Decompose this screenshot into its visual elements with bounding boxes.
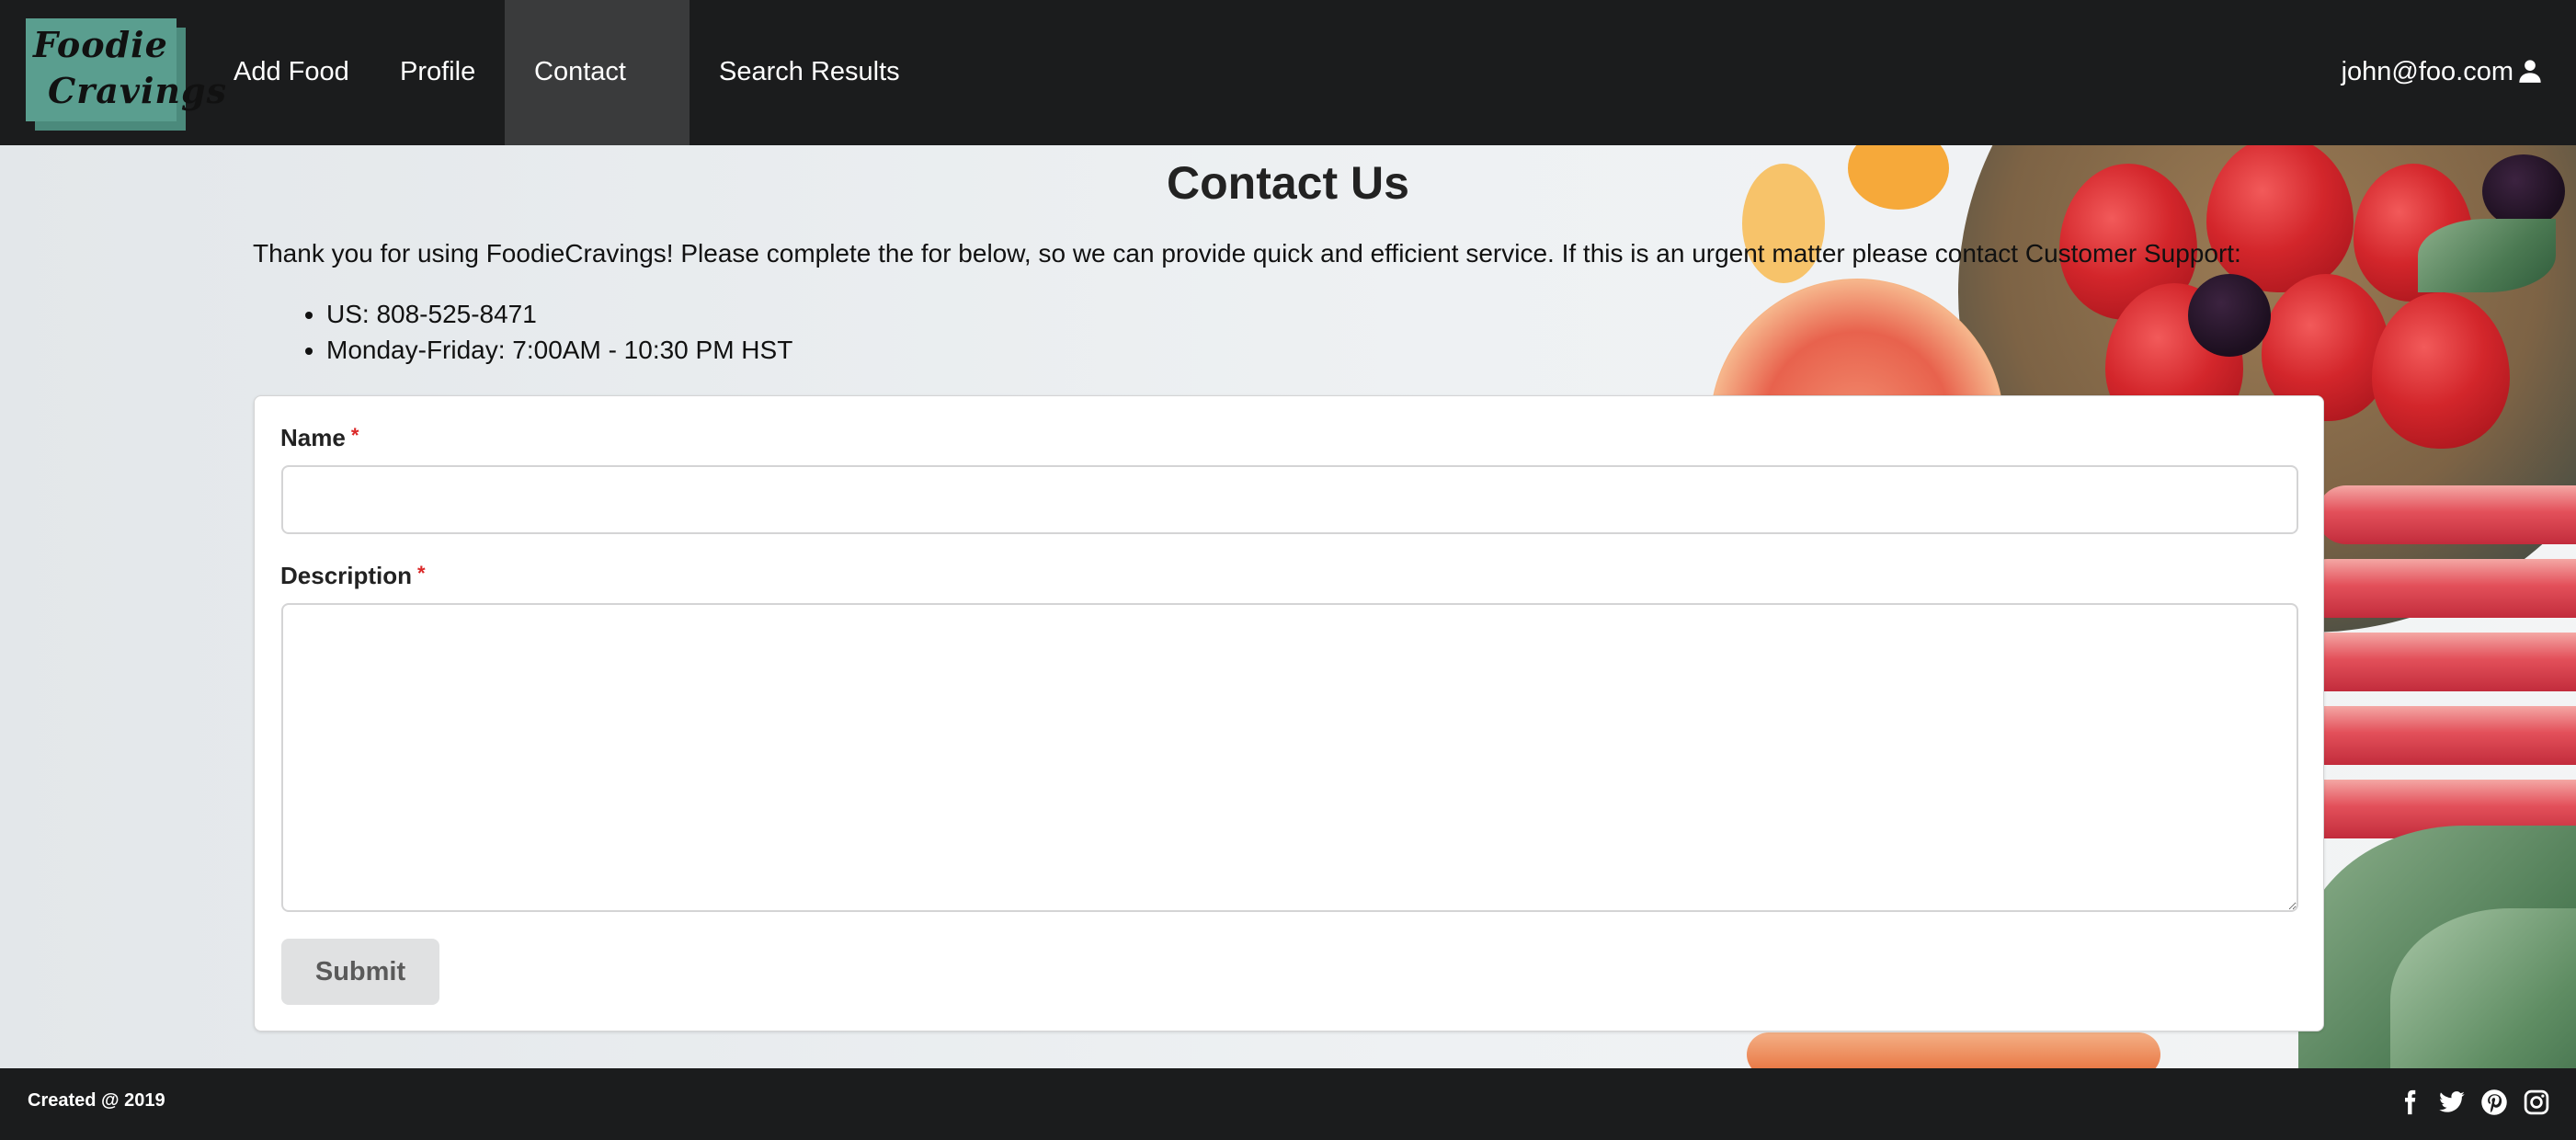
support-phone: US: 808-525-8471 bbox=[326, 296, 792, 332]
logo-text-line2: Cravings bbox=[48, 70, 227, 111]
nav-item-contact-us[interactable]: Contact Us bbox=[505, 0, 690, 230]
contact-form: Name * Description * Submit bbox=[254, 395, 2324, 1032]
nav-item-add-food[interactable]: Add Food bbox=[204, 0, 379, 145]
intro-text: Thank you for using FoodieCravings! Plea… bbox=[253, 239, 2241, 268]
twitter-icon[interactable] bbox=[2438, 1089, 2466, 1116]
nav-item-profile[interactable]: Profile bbox=[370, 0, 505, 145]
description-textarea[interactable] bbox=[281, 603, 2298, 912]
support-info-list: US: 808-525-8471 Monday-Friday: 7:00AM -… bbox=[253, 296, 792, 368]
social-links bbox=[2396, 1089, 2550, 1116]
name-label: Name * bbox=[280, 424, 359, 451]
foodie-cravings-logo[interactable]: Foodie Cravings bbox=[26, 18, 226, 121]
instagram-icon[interactable] bbox=[2523, 1089, 2550, 1116]
submit-button[interactable]: Submit bbox=[281, 939, 439, 1005]
user-email: john@foo.com bbox=[2341, 57, 2513, 86]
footer-copyright: Created @ 2019 bbox=[28, 1090, 165, 1111]
user-account-menu[interactable]: john@foo.com bbox=[2342, 0, 2543, 145]
user-icon bbox=[2519, 60, 2541, 83]
name-input[interactable] bbox=[281, 465, 2298, 534]
nav-item-search-results[interactable]: Search Results bbox=[690, 0, 929, 145]
logo-text-line1: Foodie bbox=[33, 24, 168, 65]
footer: Created @ 2019 bbox=[0, 1068, 2576, 1140]
required-marker: * bbox=[417, 562, 426, 585]
description-label: Description * bbox=[280, 562, 426, 589]
pinterest-icon[interactable] bbox=[2480, 1089, 2508, 1116]
support-hours: Monday-Friday: 7:00AM - 10:30 PM HST bbox=[326, 332, 792, 368]
page-title: Contact Us bbox=[1167, 157, 1409, 209]
facebook-icon[interactable] bbox=[2396, 1089, 2423, 1116]
required-marker: * bbox=[350, 424, 359, 447]
top-navbar: Foodie Cravings Add Food Profile Contact… bbox=[0, 0, 2576, 230]
